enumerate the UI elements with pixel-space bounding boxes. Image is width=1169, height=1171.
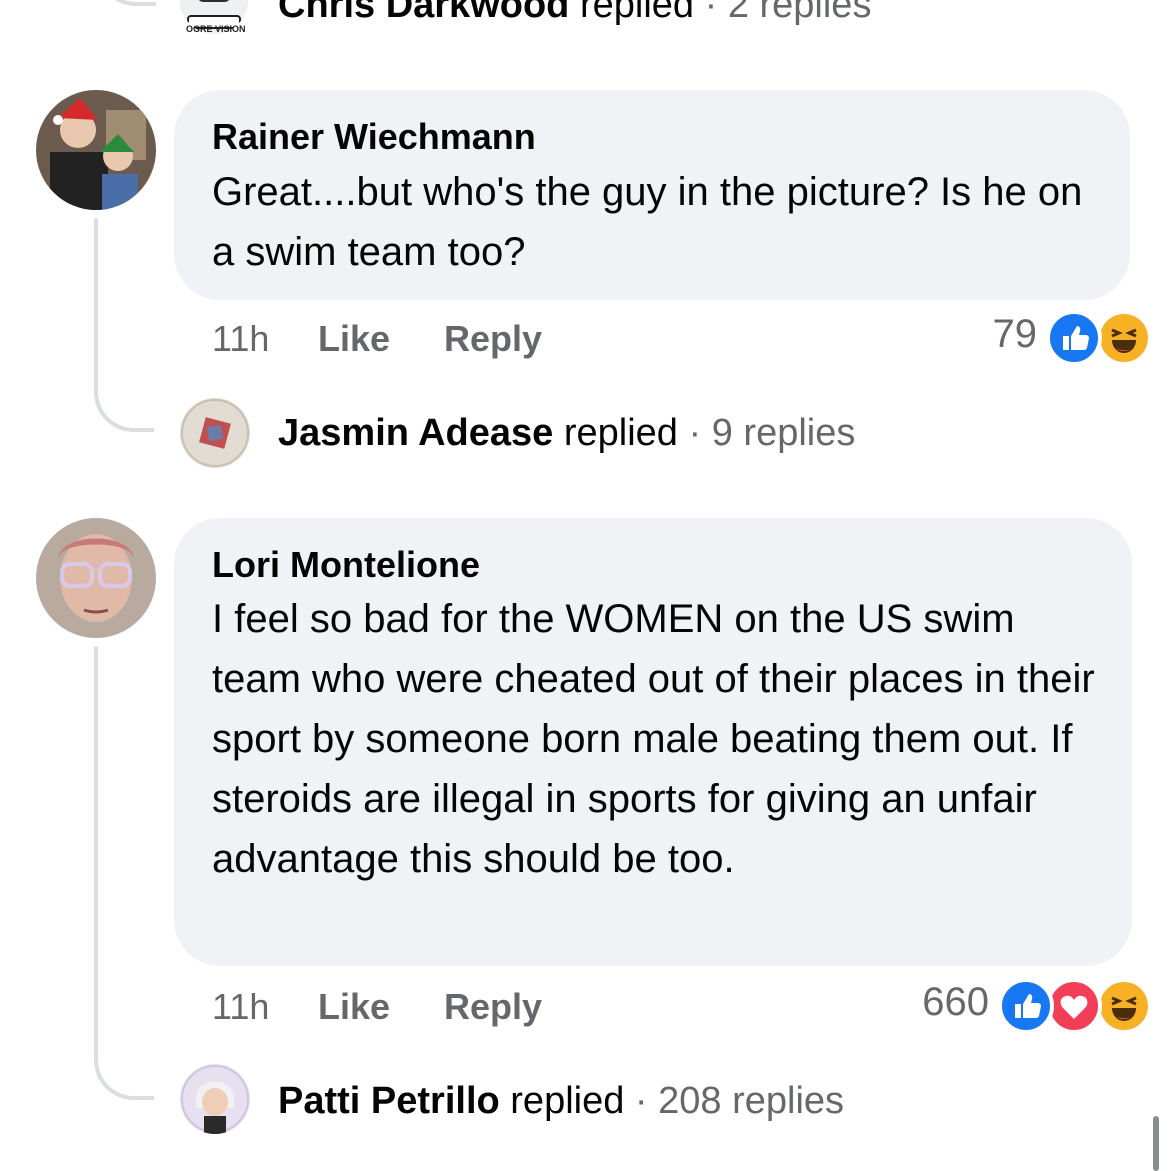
haha-icon[interactable] [1096, 978, 1152, 1034]
thread-connector [94, 340, 154, 432]
reply-count[interactable]: 208 replies [658, 1080, 844, 1122]
reply-count[interactable]: 9 replies [712, 412, 856, 454]
like-button[interactable]: Like [318, 986, 390, 1028]
avatar[interactable] [36, 90, 156, 210]
reply-summary-jasmin[interactable]: Jasmin Adease replied · 9 replies [278, 412, 855, 455]
reply-separator: · [688, 412, 702, 454]
comment-time: 11h [212, 318, 270, 359]
reply-verb: replied [563, 412, 678, 454]
scrollbar[interactable] [1153, 1116, 1159, 1171]
comment-author[interactable]: Rainer Wiechmann [212, 116, 536, 158]
like-button[interactable]: Like [318, 318, 390, 360]
avatar[interactable] [180, 1064, 250, 1134]
thread-connector [94, 1000, 154, 1100]
like-icon[interactable] [1046, 310, 1102, 366]
reply-button[interactable]: Reply [444, 986, 542, 1028]
reply-verb: replied [510, 1080, 625, 1122]
comment-text: I feel so bad for the WOMEN on the US sw… [212, 597, 1095, 881]
reply-separator: · [704, 0, 718, 26]
haha-icon[interactable] [1096, 310, 1152, 366]
reply-separator: · [634, 1080, 648, 1122]
comment-author[interactable]: Lori Montelione [212, 544, 480, 586]
reply-author[interactable]: Jasmin Adease [278, 412, 553, 454]
love-icon[interactable] [1046, 978, 1102, 1034]
like-icon[interactable] [998, 978, 1054, 1034]
reply-summary-patti[interactable]: Patti Petrillo replied · 208 replies [278, 1080, 844, 1123]
comment-text: Great....but who's the guy in the pictur… [212, 170, 1083, 274]
avatar[interactable] [36, 518, 156, 638]
reply-count[interactable]: 2 replies [728, 0, 872, 26]
reply-author[interactable]: Patti Petrillo [278, 1080, 500, 1122]
reaction-count[interactable]: 79 [993, 312, 1038, 357]
avatar[interactable] [180, 398, 250, 468]
thread-line [94, 646, 98, 1026]
reply-author[interactable]: Chris Darkwood [278, 0, 569, 26]
avatar-logo-text: OGRE VISION [186, 24, 246, 34]
thread-connector [96, 0, 156, 6]
comment-time: 11h [212, 986, 270, 1027]
reply-button[interactable]: Reply [444, 318, 542, 360]
reply-summary-chris[interactable]: Chris Darkwood replied · 2 replies [278, 0, 871, 27]
reply-verb: replied [579, 0, 695, 26]
reaction-count[interactable]: 660 [922, 980, 989, 1025]
